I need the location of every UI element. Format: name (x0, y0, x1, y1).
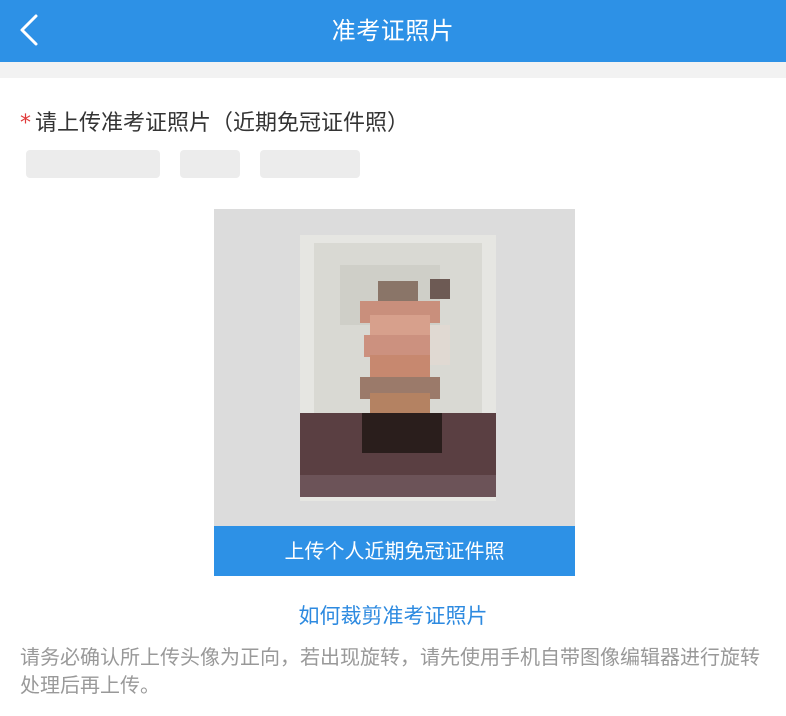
redacted-text (26, 150, 160, 178)
upload-prompt-label: 请上传准考证照片（近期免冠证件照） (35, 111, 410, 136)
app-header: 准考证照片 (0, 0, 786, 62)
upload-photo-button[interactable]: 上传个人近期免冠证件照 (214, 526, 575, 576)
rotation-notice: 请务必确认所上传头像为正向，若出现旋转，请先使用手机自带图像编辑器进行旋转处理后… (20, 645, 760, 697)
upload-prompt: * 请上传准考证照片（近期免冠证件照） (20, 105, 409, 137)
crop-help-link[interactable]: 如何裁剪准考证照片 (0, 600, 786, 630)
photo-preview[interactable] (214, 209, 575, 526)
photo-upload-panel: * 请上传准考证照片（近期免冠证件照） 上传个人近期免冠证件照 如何裁剪准考证照片… (0, 78, 786, 716)
pixelated-portrait (300, 235, 496, 501)
redacted-text (180, 150, 240, 178)
required-mark: * (20, 111, 31, 136)
header-spacer (0, 62, 786, 78)
page-title: 准考证照片 (331, 17, 455, 45)
redacted-text (260, 150, 360, 178)
